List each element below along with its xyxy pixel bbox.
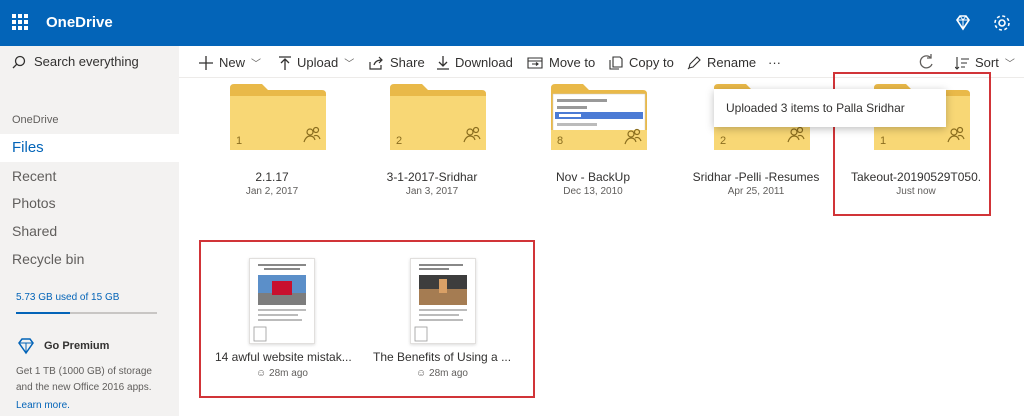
- document-thumbnail[interactable]: [410, 258, 476, 344]
- upload-button[interactable]: Upload ﹀: [279, 54, 354, 72]
- folder-date: Jan 2, 2017: [245, 186, 299, 197]
- app-title[interactable]: OneDrive: [46, 14, 113, 31]
- sidebar: Search everything OneDrive Files Recent …: [0, 46, 179, 416]
- settings-gear-icon[interactable]: [991, 12, 1013, 34]
- premium-diamond-icon[interactable]: [952, 12, 974, 34]
- upload-icon: [279, 56, 291, 70]
- search-placeholder: Search everything: [34, 54, 139, 69]
- upload-notification: Uploaded 3 items to Palla Sridhar: [714, 89, 946, 127]
- sidebar-item-photos[interactable]: Photos: [0, 189, 179, 217]
- folder-name[interactable]: 2.1.17: [207, 170, 337, 184]
- email-preview-thumbnail: [552, 93, 646, 135]
- document-preview-image: [414, 264, 467, 342]
- share-label: Share: [390, 55, 425, 70]
- folder-icon: 2: [390, 84, 486, 150]
- folder-name[interactable]: Sridhar -Pelli -Resumes: [691, 170, 821, 184]
- file-date: 28m ago: [269, 368, 308, 379]
- file-meta: ☺ 28m ago: [367, 368, 517, 379]
- storage-bar-fill: [16, 312, 70, 314]
- search-box[interactable]: Search everything: [12, 54, 172, 74]
- refresh-icon[interactable]: [917, 53, 935, 71]
- folder-date: Dec 13, 2010: [563, 186, 623, 197]
- folder-count: 2: [396, 135, 402, 147]
- chevron-down-icon: ﹀: [344, 59, 355, 70]
- new-label: New: [219, 55, 246, 70]
- file-name[interactable]: 14 awful website mistak...: [207, 350, 357, 364]
- upload-label: Upload: [297, 55, 339, 70]
- pencil-icon: [687, 56, 701, 70]
- sort-button[interactable]: Sort ﹀: [954, 54, 1015, 72]
- download-label: Download: [455, 55, 513, 70]
- folder-count: 2: [720, 135, 726, 147]
- file-grid: 1 2.1.17 Jan 2, 2017 2 3-1-2017-Sridhar …: [179, 72, 1024, 416]
- file-date: 28m ago: [429, 368, 468, 379]
- shared-people-icon: ☺: [416, 368, 430, 379]
- move-to-button[interactable]: Move to: [527, 54, 595, 72]
- file-meta: ☺ 28m ago: [207, 368, 357, 379]
- download-button[interactable]: Download: [437, 54, 513, 72]
- move-to-icon: [527, 57, 543, 69]
- learn-more-link[interactable]: Learn more.: [16, 400, 70, 411]
- sort-label: Sort: [975, 55, 999, 70]
- sidebar-section-label: OneDrive: [12, 114, 59, 126]
- document-preview-image: [253, 264, 306, 342]
- share-button[interactable]: Share: [369, 54, 425, 72]
- more-button[interactable]: ···: [768, 54, 781, 72]
- folder-tile[interactable]: 2 3-1-2017-Sridhar Jan 3, 2017: [367, 78, 497, 208]
- rename-button[interactable]: Rename: [687, 54, 756, 72]
- diamond-icon: [18, 338, 34, 355]
- folder-count: 8: [557, 135, 563, 147]
- plus-icon: [199, 56, 213, 70]
- new-button[interactable]: New ﹀: [199, 54, 261, 72]
- folder-date: Jan 3, 2017: [405, 186, 459, 197]
- folder-name[interactable]: Nov - BackUp: [528, 170, 658, 184]
- file-name[interactable]: The Benefits of Using a ...: [367, 350, 517, 364]
- rename-label: Rename: [707, 55, 757, 70]
- sidebar-item-shared[interactable]: Shared: [0, 217, 179, 245]
- document-thumbnail[interactable]: [249, 258, 315, 344]
- sidebar-item-files[interactable]: Files: [0, 134, 179, 162]
- sidebar-item-recycle-bin[interactable]: Recycle bin: [0, 245, 179, 273]
- copy-to-button[interactable]: Copy to: [609, 54, 674, 72]
- share-icon: [369, 56, 383, 70]
- copy-icon: [609, 56, 623, 70]
- folder-name[interactable]: 3-1-2017-Sridhar: [367, 170, 497, 184]
- folder-tile[interactable]: 8 Nov - BackUp Dec 13, 2010: [528, 78, 658, 208]
- folder-tile[interactable]: 1 2.1.17 Jan 2, 2017: [207, 78, 337, 208]
- search-icon: [12, 55, 26, 69]
- app-launcher-icon[interactable]: [12, 14, 28, 30]
- move-to-label: Move to: [549, 55, 596, 70]
- storage-usage-link[interactable]: 5.73 GB used of 15 GB: [16, 292, 119, 303]
- storage-bar: [16, 312, 157, 314]
- folder-count: 1: [236, 135, 242, 147]
- top-bar: OneDrive: [0, 0, 1024, 46]
- chevron-down-icon: ﹀: [1004, 59, 1015, 70]
- download-icon: [437, 56, 449, 70]
- chevron-down-icon: ﹀: [251, 59, 262, 70]
- sidebar-item-recent[interactable]: Recent: [0, 162, 179, 190]
- sort-icon: [954, 57, 969, 70]
- premium-title[interactable]: Go Premium: [44, 340, 109, 352]
- shared-people-icon: ☺: [256, 368, 270, 379]
- folder-icon: 8: [551, 84, 647, 150]
- folder-icon: 1: [230, 84, 326, 150]
- folder-date: Apr 25, 2011: [727, 186, 785, 197]
- premium-description: Get 1 TB (1000 GB) of storage and the ne…: [16, 366, 152, 393]
- copy-to-label: Copy to: [629, 55, 674, 70]
